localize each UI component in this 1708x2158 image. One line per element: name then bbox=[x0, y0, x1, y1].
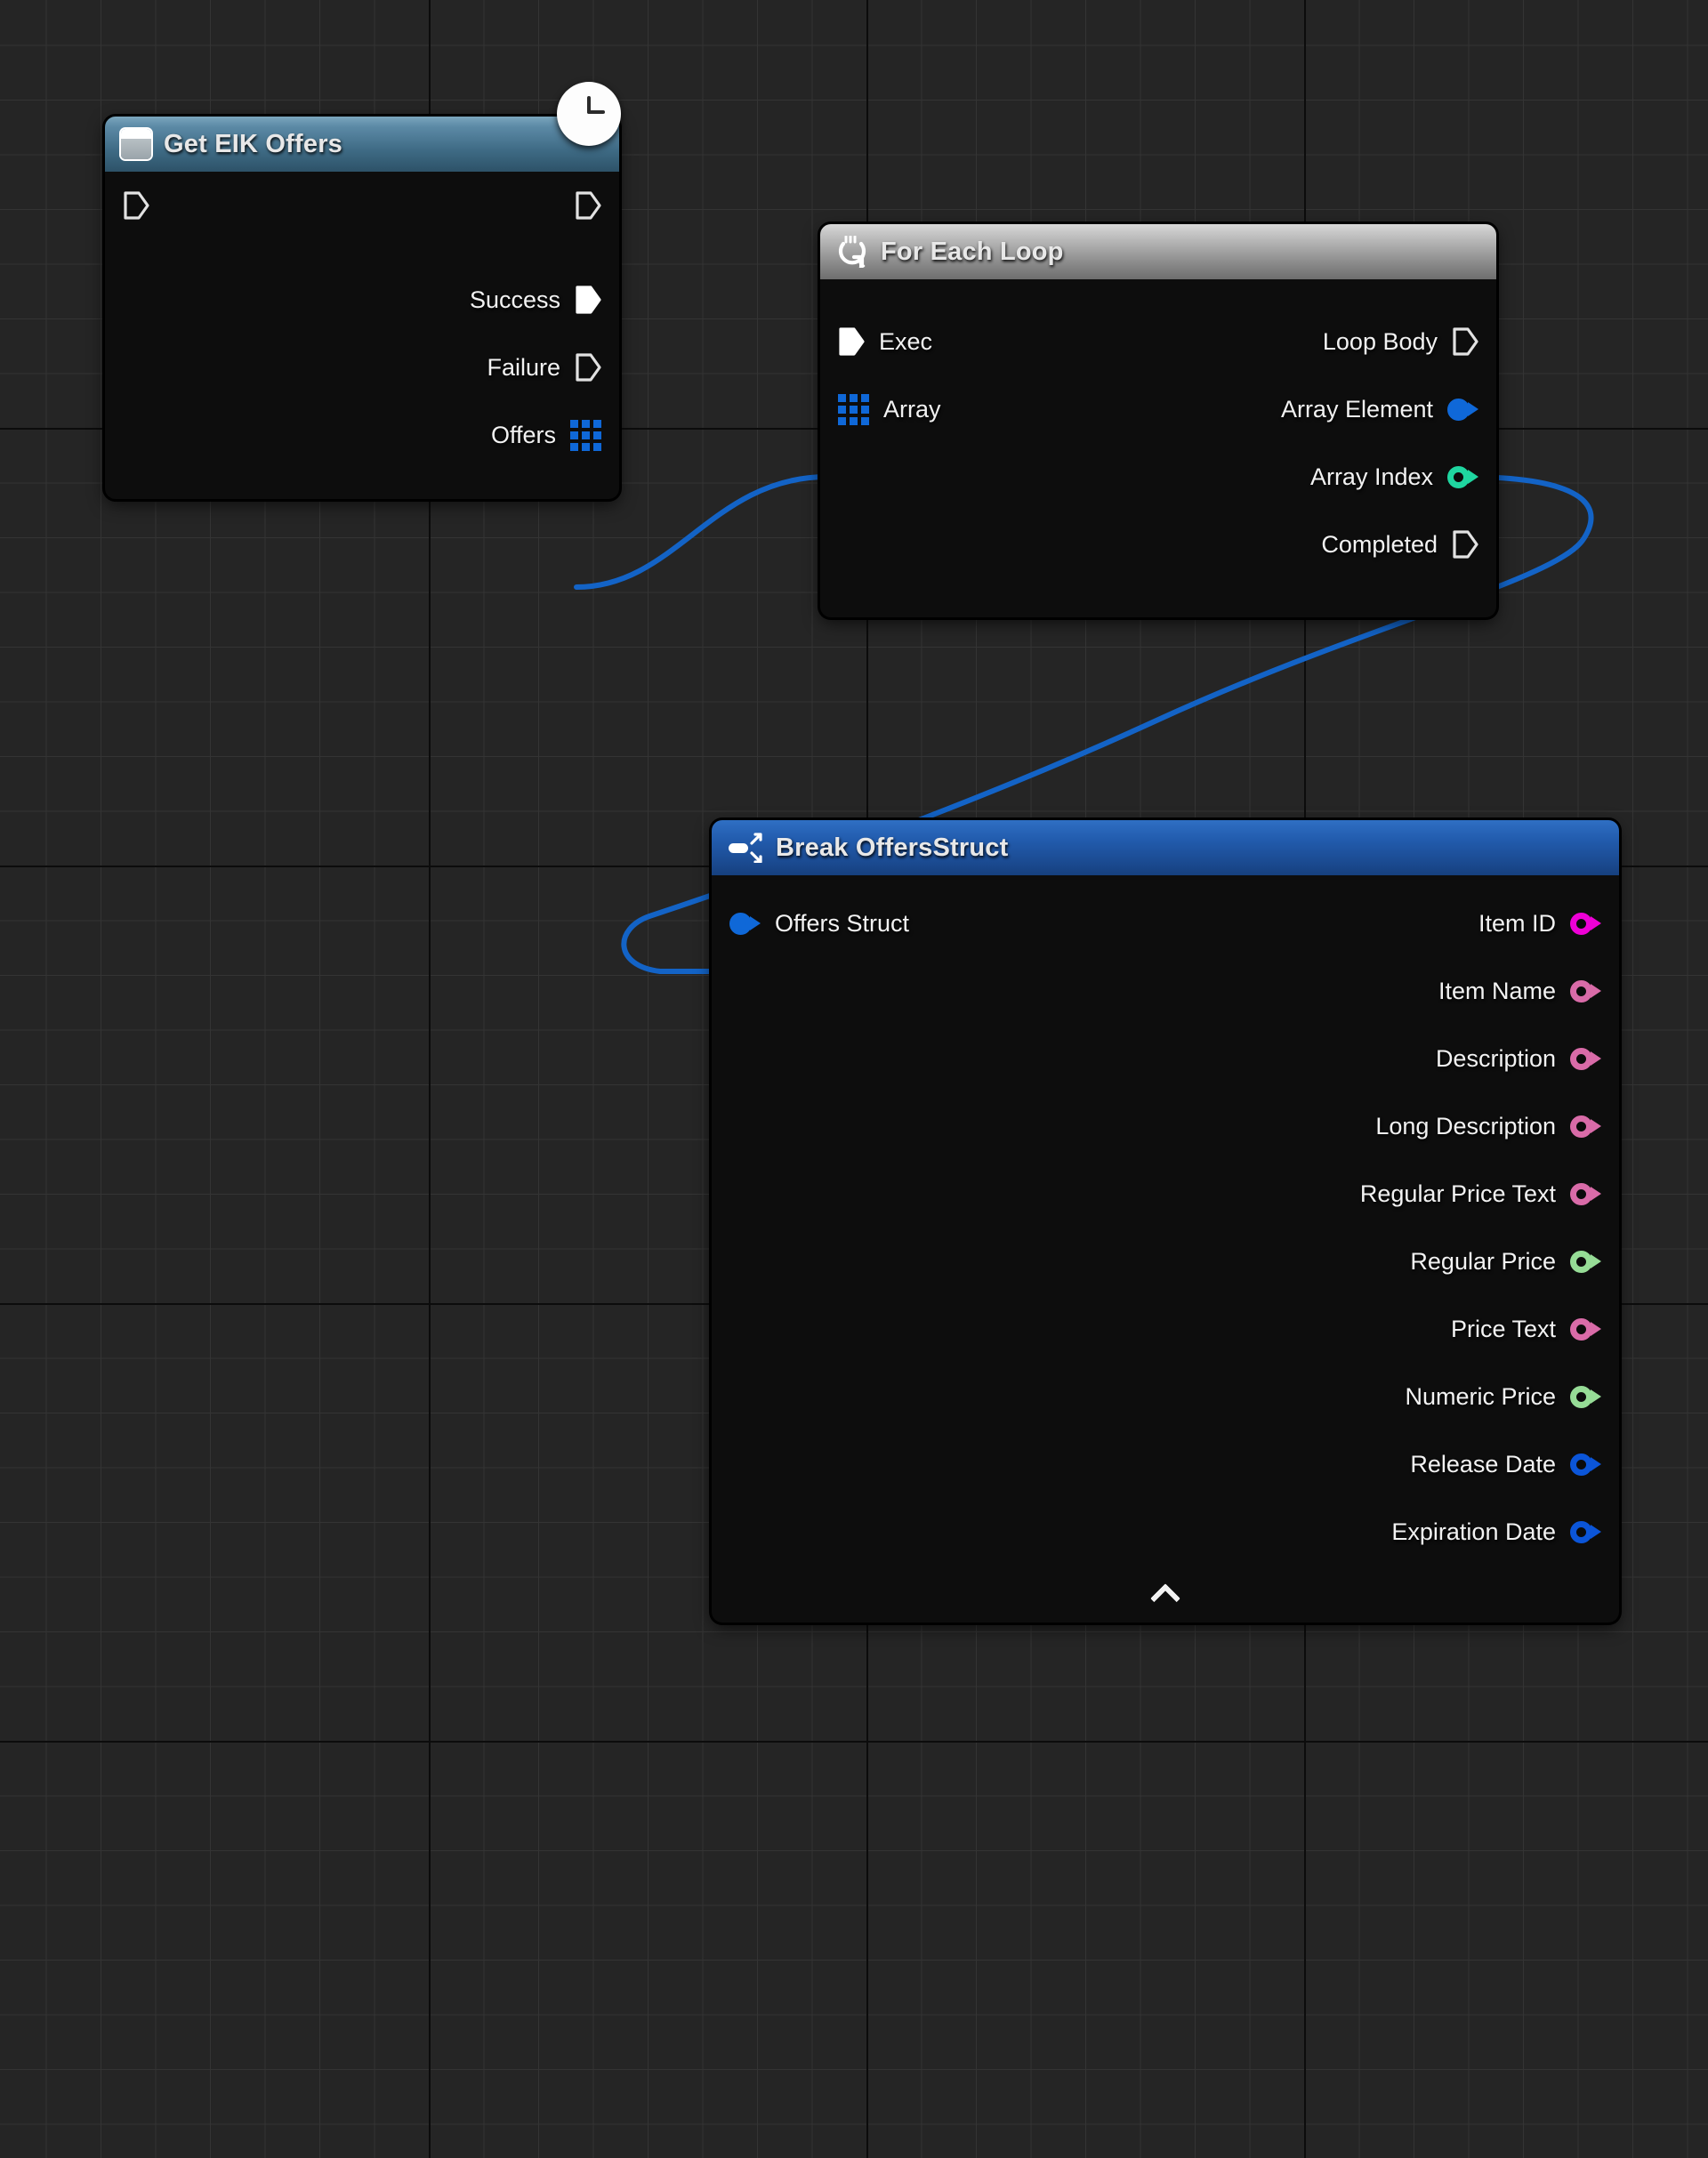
blueprint-graph-canvas[interactable]: Get EIK Offers Success bbox=[0, 0, 1708, 2158]
node-collapse-button[interactable] bbox=[712, 1566, 1619, 1623]
exec-pin-row bbox=[105, 172, 619, 239]
pin-label-array-element: Array Element bbox=[1281, 396, 1433, 423]
pin-row-array-index[interactable]: Array Index bbox=[820, 443, 1496, 511]
pin-row-expiration-date[interactable]: Expiration Date bbox=[712, 1498, 1619, 1566]
node-for-each-loop[interactable]: For Each Loop Exec Loop Body bbox=[820, 224, 1496, 617]
pin-label-numeric-price: Numeric Price bbox=[1405, 1383, 1556, 1411]
string-out-pin-long-description[interactable] bbox=[1570, 1115, 1601, 1138]
pin-label-completed: Completed bbox=[1321, 531, 1438, 559]
pin-label-failure: Failure bbox=[487, 354, 560, 382]
node-header[interactable]: For Each Loop bbox=[820, 224, 1496, 279]
pin-label-success: Success bbox=[470, 286, 560, 314]
node-header[interactable]: Get EIK Offers bbox=[105, 117, 619, 172]
exec-out-pin[interactable] bbox=[575, 190, 601, 221]
pin-row-regular-price[interactable]: Regular Price bbox=[712, 1228, 1619, 1295]
pin-row-regular-price-text[interactable]: Regular Price Text bbox=[712, 1160, 1619, 1228]
pin-array-in-array[interactable]: Array bbox=[838, 394, 941, 425]
pin-exec-in-exec[interactable]: Exec bbox=[838, 326, 932, 357]
pin-label-offers-struct: Offers Struct bbox=[775, 910, 909, 938]
chevron-up-icon bbox=[1150, 1583, 1180, 1614]
pin-data-out-array-element[interactable]: Array Element bbox=[1281, 396, 1478, 423]
pin-label-array-index: Array Index bbox=[1310, 463, 1433, 491]
clock-icon bbox=[557, 82, 621, 146]
node-body: Offers Struct Item ID Item Name Descrip bbox=[712, 875, 1619, 1623]
pin-row-price-text[interactable]: Price Text bbox=[712, 1295, 1619, 1363]
pin-label-release-date: Release Date bbox=[1410, 1451, 1556, 1478]
function-icon bbox=[121, 129, 151, 159]
node-header[interactable]: Break OffersStruct bbox=[712, 820, 1619, 875]
pin-data-in-offers-struct[interactable]: Offers Struct bbox=[729, 910, 909, 938]
exec-out-pin-completed[interactable] bbox=[1452, 529, 1478, 560]
pin-row-release-date[interactable]: Release Date bbox=[712, 1430, 1619, 1498]
node-title: For Each Loop bbox=[881, 238, 1064, 267]
exec-out-pin-success[interactable] bbox=[575, 285, 601, 315]
string-out-pin-item-name[interactable] bbox=[1570, 980, 1601, 1003]
node-get-eik-offers[interactable]: Get EIK Offers Success bbox=[105, 117, 619, 499]
pin-row-exec-loopbody: Exec Loop Body bbox=[820, 308, 1496, 375]
pin-label-loop-body: Loop Body bbox=[1323, 328, 1438, 356]
node-title: Break OffersStruct bbox=[776, 833, 1008, 863]
pin-label-item-id: Item ID bbox=[1478, 910, 1556, 938]
node-title: Get EIK Offers bbox=[164, 130, 342, 159]
pin-row-failure[interactable]: Failure bbox=[105, 334, 619, 401]
array-out-pin-offers[interactable] bbox=[570, 420, 601, 451]
pin-row-offersstruct-itemid: Offers Struct Item ID bbox=[712, 890, 1619, 957]
string-out-pin-regular-price-text[interactable] bbox=[1570, 1183, 1601, 1205]
pin-row-long-description[interactable]: Long Description bbox=[712, 1092, 1619, 1160]
pin-data-out-item-id[interactable]: Item ID bbox=[1478, 910, 1601, 938]
pin-row-success[interactable]: Success bbox=[105, 266, 619, 334]
exec-in-pin[interactable] bbox=[123, 190, 149, 221]
pin-label-item-name: Item Name bbox=[1438, 978, 1556, 1005]
pin-row-description[interactable]: Description bbox=[712, 1025, 1619, 1092]
pin-label-exec: Exec bbox=[879, 328, 932, 356]
pin-label-regular-price-text: Regular Price Text bbox=[1360, 1180, 1556, 1208]
pin-row-numeric-price[interactable]: Numeric Price bbox=[712, 1363, 1619, 1430]
node-body: Success Failure Offers bbox=[105, 172, 619, 499]
datetime-out-pin-expiration-date[interactable] bbox=[1570, 1521, 1601, 1543]
string-out-pin-price-text[interactable] bbox=[1570, 1318, 1601, 1341]
node-break-offersstruct[interactable]: Break OffersStruct Offers Struct Item ID bbox=[712, 820, 1619, 1623]
node-body: Exec Loop Body Array bbox=[820, 279, 1496, 617]
pin-label-offers: Offers bbox=[491, 422, 556, 449]
pin-row-completed[interactable]: Completed bbox=[820, 511, 1496, 578]
break-struct-icon bbox=[728, 833, 763, 863]
float-out-pin-numeric-price[interactable] bbox=[1570, 1386, 1601, 1408]
pin-label-expiration-date: Expiration Date bbox=[1391, 1518, 1556, 1546]
int-out-pin-array-index[interactable] bbox=[1447, 466, 1478, 488]
string-out-pin-description[interactable] bbox=[1570, 1048, 1601, 1070]
datetime-out-pin-release-date[interactable] bbox=[1570, 1453, 1601, 1476]
pin-row-item-name[interactable]: Item Name bbox=[712, 957, 1619, 1025]
loop-icon bbox=[836, 236, 868, 268]
float-out-pin-regular-price[interactable] bbox=[1570, 1251, 1601, 1273]
exec-out-pin-failure[interactable] bbox=[575, 352, 601, 382]
pin-label-price-text: Price Text bbox=[1451, 1316, 1556, 1343]
pin-label-description: Description bbox=[1436, 1045, 1556, 1073]
pin-label-long-description: Long Description bbox=[1375, 1113, 1556, 1140]
pin-exec-out-loopbody[interactable]: Loop Body bbox=[1323, 326, 1478, 357]
pin-label-regular-price: Regular Price bbox=[1410, 1248, 1556, 1276]
pin-label-array: Array bbox=[883, 396, 941, 423]
pin-row-offers[interactable]: Offers bbox=[105, 401, 619, 469]
pin-row-array-arrayelement: Array Array Element bbox=[820, 375, 1496, 443]
